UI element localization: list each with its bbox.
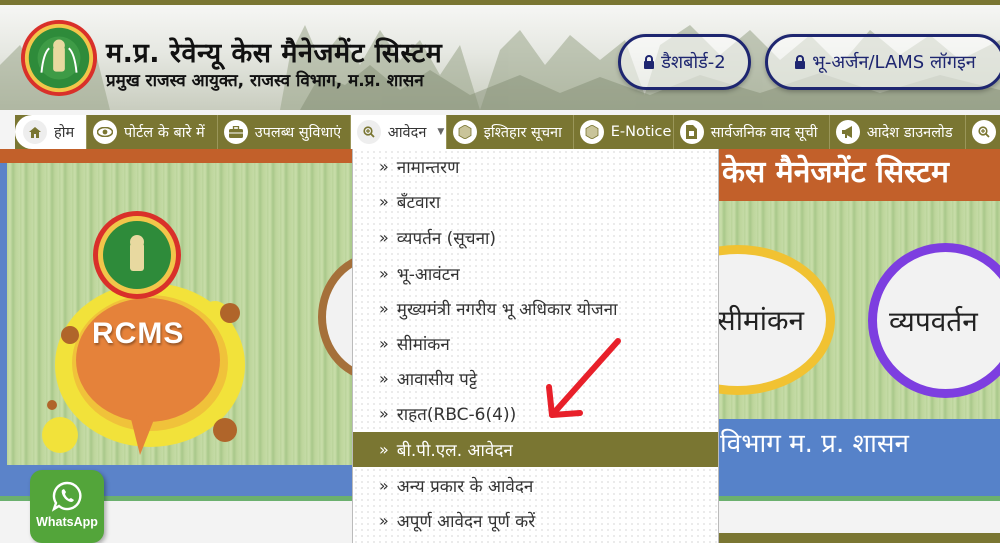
lock-icon bbox=[644, 55, 655, 69]
nav-item-e-notice[interactable]: E-Notice bbox=[574, 115, 674, 149]
document-icon bbox=[679, 120, 704, 144]
rcms-logo-text: RCMS bbox=[92, 317, 185, 350]
double-chevron-icon: » bbox=[379, 511, 389, 530]
double-chevron-icon: » bbox=[379, 192, 389, 211]
nav-item-application[interactable]: आवेदन ▼ bbox=[350, 115, 447, 149]
eye-icon bbox=[93, 120, 117, 144]
dropdown-item-label: अन्य प्रकार के आवेदन bbox=[396, 477, 534, 497]
service-circle-label: व्यपवर्तन bbox=[889, 304, 978, 338]
dropdown-item[interactable]: » नामान्तरण bbox=[353, 149, 718, 184]
dropdown-item[interactable]: » अन्य प्रकार के आवेदन bbox=[353, 468, 718, 503]
lams-login-label: भू-अर्जन/LAMS लॉगइन bbox=[812, 52, 976, 73]
dropdown-item-label: आवासीय पट्टे bbox=[396, 370, 478, 390]
banner-title: केस मैनेजमेंट सिस्टम bbox=[722, 155, 949, 190]
double-chevron-icon: » bbox=[379, 476, 389, 495]
nav-item-home[interactable]: होम bbox=[15, 115, 87, 149]
dropdown-item-label: अपूर्ण आवेदन पूर्ण करें bbox=[396, 512, 536, 532]
nav-label: सार्वजनिक वाद सूची bbox=[710, 125, 818, 141]
red-arrow-annotation bbox=[546, 338, 621, 418]
megaphone-icon bbox=[835, 120, 860, 144]
dropdown-item[interactable]: » अपूर्ण आवेदन पूर्ण करें bbox=[353, 503, 718, 538]
nav-label: आदेश डाउनलोड bbox=[866, 125, 953, 141]
dropdown-item[interactable]: » बँटवारा bbox=[353, 184, 718, 219]
whatsapp-icon bbox=[51, 481, 82, 512]
main-nav: होम पोर्टल के बारे में उपलब्ध सुविधाएं आ… bbox=[15, 115, 1000, 149]
dropdown-item-label: राहत(RBC-6(4)) bbox=[396, 405, 517, 425]
nav-label: आवेदन bbox=[387, 125, 427, 141]
double-chevron-icon: » bbox=[379, 369, 389, 388]
home-icon bbox=[23, 120, 47, 144]
banner-footer-text: विभाग म. प्र. शासन bbox=[720, 429, 909, 459]
lams-login-button[interactable]: भू-अर्जन/LAMS लॉगइन bbox=[765, 34, 1000, 90]
nav-item-order-download[interactable]: आदेश डाउनलोड bbox=[830, 115, 966, 149]
nav-label: E-Notice bbox=[610, 124, 672, 140]
double-chevron-icon: » bbox=[379, 440, 389, 459]
caret-down-icon: ▼ bbox=[437, 127, 445, 137]
dropdown-item[interactable]: » मुख्यमंत्री नगरीय भू अधिकार योजना bbox=[353, 291, 718, 326]
dropdown-item[interactable]: » व्यपर्तन (सूचना) bbox=[353, 220, 718, 255]
dropdown-item-label: सीमांकन bbox=[396, 335, 450, 355]
lock-icon bbox=[795, 55, 806, 69]
dashboard-2-label: डैशबोर्ड-2 bbox=[661, 52, 726, 73]
dropdown-item[interactable]: » राहत(RBC-6(4)) bbox=[353, 396, 718, 431]
whatsapp-button[interactable]: WhatsApp bbox=[30, 470, 104, 543]
nav-label: होम bbox=[54, 125, 75, 141]
dropdown-item[interactable]: » भू-आवंटन bbox=[353, 256, 718, 291]
double-chevron-icon: » bbox=[379, 334, 389, 353]
zoom-in-icon bbox=[971, 120, 996, 144]
notice-icon bbox=[579, 120, 604, 144]
nav-item-facilities[interactable]: उपलब्ध सुविधाएं bbox=[218, 115, 351, 149]
double-chevron-icon: » bbox=[379, 404, 389, 423]
site-subtitle: प्रमुख राजस्व आयुक्त, राजस्व विभाग, म.प्… bbox=[106, 71, 424, 91]
nav-item-ishtihar-notice[interactable]: इश्तिहार सूचना bbox=[447, 115, 574, 149]
nav-label: पोर्टल के बारे में bbox=[124, 125, 205, 141]
notice-icon bbox=[452, 120, 477, 144]
briefcase-icon bbox=[223, 120, 248, 144]
dropdown-item[interactable]: » आवासीय पट्टे bbox=[353, 361, 718, 396]
dropdown-item-label: बँटवारा bbox=[396, 193, 441, 213]
mp-government-emblem bbox=[20, 19, 98, 97]
dropdown-item-label: बी.पी.एल. आवेदन bbox=[396, 441, 513, 461]
double-chevron-icon: » bbox=[379, 264, 389, 283]
double-chevron-icon: » bbox=[379, 299, 389, 318]
nav-item-search[interactable] bbox=[966, 115, 1000, 149]
dropdown-item-label: भू-आवंटन bbox=[396, 265, 460, 285]
nav-label: उपलब्ध सुविधाएं bbox=[254, 125, 342, 141]
double-chevron-icon: » bbox=[379, 228, 389, 247]
nav-label: इश्तिहार सूचना bbox=[483, 125, 562, 141]
dashboard-2-button[interactable]: डैशबोर्ड-2 bbox=[618, 34, 751, 90]
zoom-in-icon bbox=[356, 120, 381, 144]
nav-item-public-cause-list[interactable]: सार्वजनिक वाद सूची bbox=[674, 115, 830, 149]
dropdown-item-label: व्यपर्तन (सूचना) bbox=[396, 229, 497, 249]
bottom-olive-strip bbox=[718, 533, 1000, 543]
application-dropdown-menu: » नामान्तरण » बँटवारा » व्यपर्तन (सूचना) » भू-आ… bbox=[352, 149, 719, 543]
dropdown-item[interactable]: » बी.पी.एल. आवेदन bbox=[353, 432, 718, 467]
nav-item-about-portal[interactable]: पोर्टल के बारे में bbox=[87, 115, 218, 149]
site-header: म.प्र. रेवेन्यू केस मैनेजमेंट सिस्टम प्र… bbox=[0, 5, 1000, 110]
double-chevron-icon: » bbox=[379, 157, 389, 176]
dropdown-item-label: मुख्यमंत्री नगरीय भू अधिकार योजना bbox=[396, 300, 618, 320]
service-circle-label: सीमांकन bbox=[716, 304, 804, 337]
dropdown-item[interactable]: » सीमांकन bbox=[353, 326, 718, 361]
whatsapp-label: WhatsApp bbox=[36, 515, 98, 529]
site-title: म.प्र. रेवेन्यू केस मैनेजमेंट सिस्टम bbox=[106, 38, 443, 69]
dropdown-item-label: नामान्तरण bbox=[396, 158, 460, 178]
